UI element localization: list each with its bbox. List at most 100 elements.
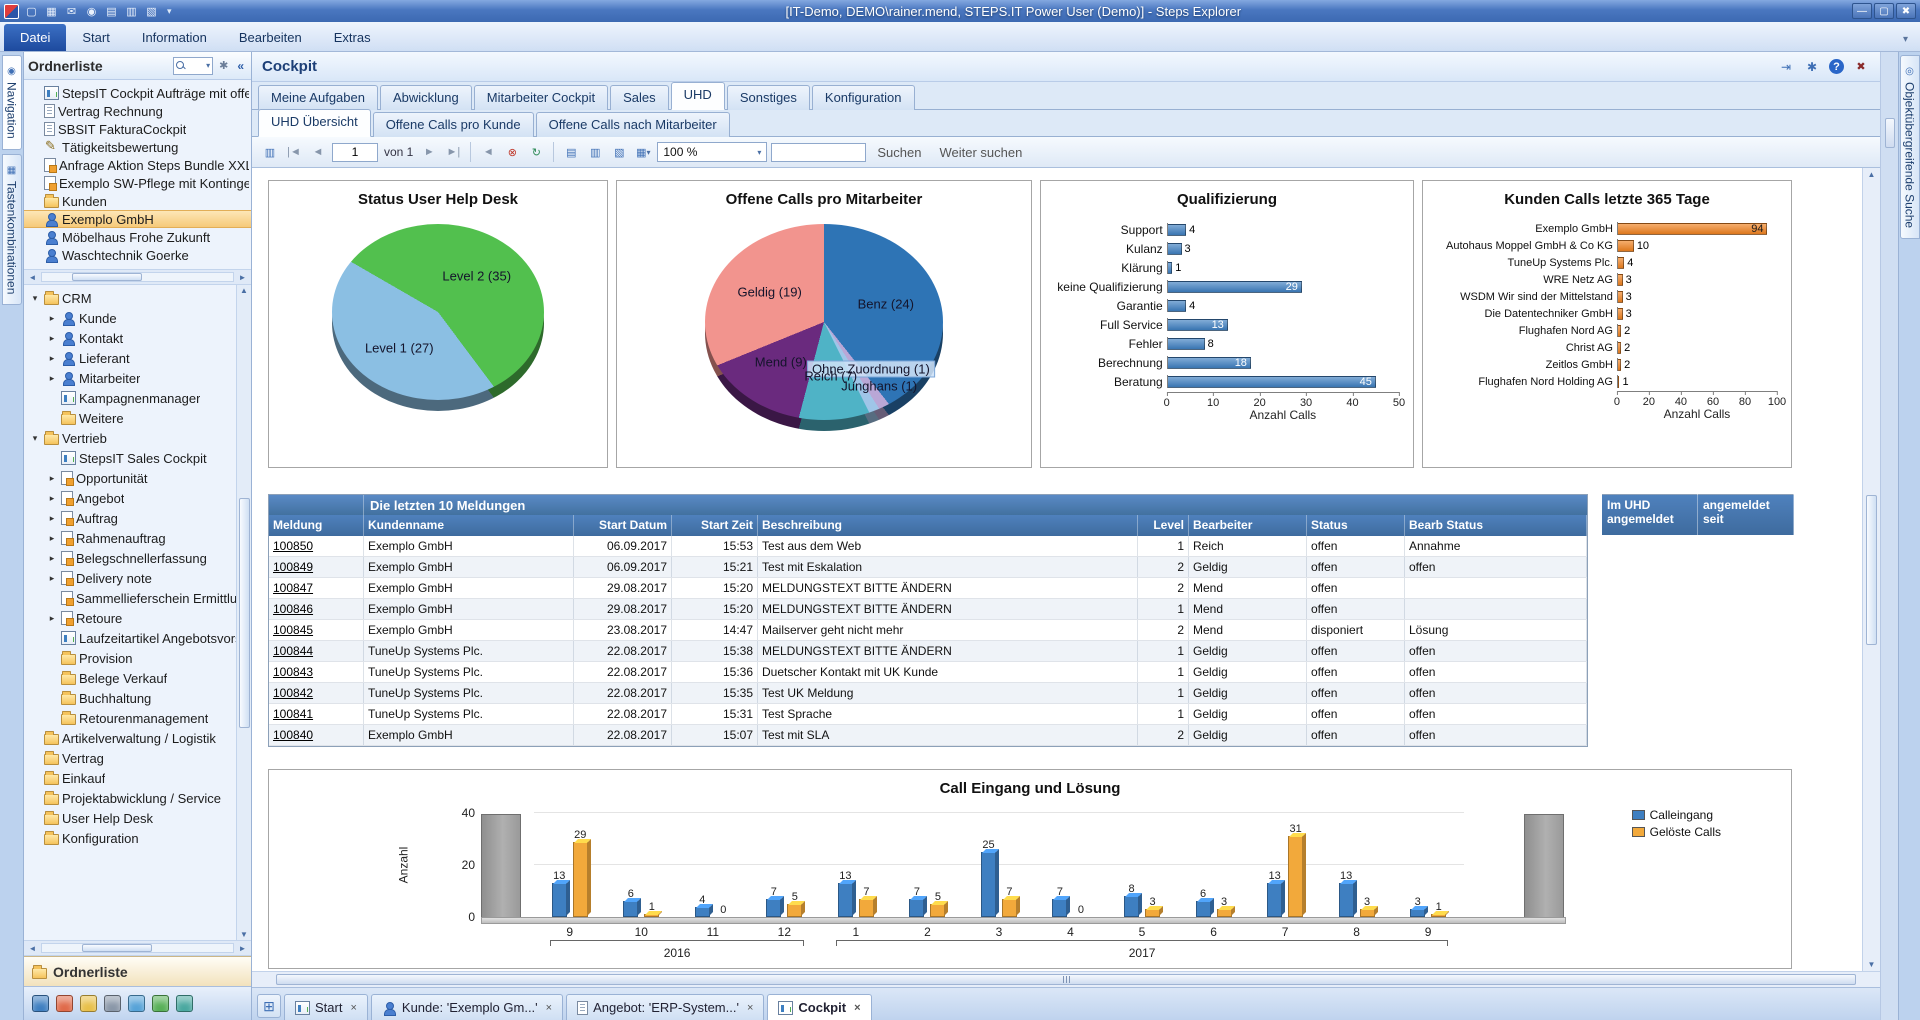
tree-item-stepsit-sales-cockpit[interactable]: StepsIT Sales Cockpit (24, 448, 251, 468)
monitor-icon[interactable] (176, 995, 193, 1012)
tree-item-projektabwicklung-service[interactable]: Projektabwicklung / Service (24, 788, 251, 808)
tree-item-kunde[interactable]: ▸ Kunde (24, 308, 251, 328)
tree-item-rahmenauftrag[interactable]: ▸ Rahmenauftrag (24, 528, 251, 548)
column-header-beschreibung[interactable]: Beschreibung (758, 515, 1138, 536)
folder-list-footer-button[interactable]: Ordnerliste (24, 956, 251, 986)
page-setup-icon[interactable]: ▧ (143, 4, 160, 19)
sidebar-hscrollbar-bottom[interactable]: ◄ ► (24, 940, 251, 956)
table-row[interactable]: 100849 Exemplo GmbH 06.09.2017 15:21 Test mi… (269, 557, 1587, 578)
users-icon[interactable] (32, 995, 49, 1012)
column-header-meldung[interactable]: Meldung (269, 515, 364, 536)
tree-item-waschtechnik-goerke[interactable]: Waschtechnik Goerke (24, 246, 251, 264)
scroll-right-icon[interactable]: ► (236, 944, 249, 953)
splitter-grip[interactable] (1884, 118, 1895, 148)
expand-closed-icon[interactable]: ▸ (46, 513, 58, 524)
collapse-sidebar-button[interactable]: « (234, 59, 247, 73)
tab-uhd[interactable]: UHD (670, 82, 725, 110)
message-link[interactable]: 100846 (273, 602, 313, 616)
expand-closed-icon[interactable]: ▸ (46, 613, 58, 624)
tree-item-kontakt[interactable]: ▸ Kontakt (24, 328, 251, 348)
taskbar-tab-angebot-erp-system[interactable]: Angebot: 'ERP-System...' × (566, 994, 765, 1020)
table-row[interactable]: 100841 TuneUp Systems Plc. 22.08.2017 15:31… (269, 704, 1587, 725)
table-row[interactable]: 100844 TuneUp Systems Plc. 22.08.2017 15:38… (269, 641, 1587, 662)
report-hscrollbar[interactable] (252, 971, 1880, 987)
table-row[interactable]: 100847 Exemplo GmbH 29.08.2017 15:20 MELDUNG… (269, 578, 1587, 599)
tree-item-auftrag[interactable]: ▸ Auftrag (24, 508, 251, 528)
search-next-button[interactable]: Weiter suchen (932, 145, 1029, 160)
tab-konfiguration[interactable]: Konfiguration (811, 85, 915, 110)
previous-page-button[interactable]: ◄ (308, 142, 328, 162)
folder-search-box[interactable]: ▾ (173, 56, 214, 75)
search-button[interactable]: Suchen (870, 145, 928, 160)
tree-item-crm[interactable]: ▾ CRM (24, 288, 251, 308)
pin-icon[interactable]: ⇥ (1777, 59, 1795, 75)
message-link[interactable]: 100842 (273, 686, 313, 700)
subtab-uhd-übersicht[interactable]: UHD Übersicht (258, 109, 371, 137)
column-header-level[interactable]: Level (1138, 515, 1189, 536)
subtab-offene-calls-nach-mitarbeiter[interactable]: Offene Calls nach Mitarbeiter (535, 112, 730, 137)
tree-item-artikelverwaltung-logistik[interactable]: Artikelverwaltung / Logistik (24, 728, 251, 748)
globe-icon[interactable]: ◉ (83, 4, 100, 19)
rail-tab-navigation[interactable]: ◉ Navigation (1, 55, 22, 150)
tree-item-anfrage-aktion-steps-bundle-xxl[interactable]: Anfrage Aktion Steps Bundle XXL (24, 156, 251, 174)
print-icon[interactable]: ▤ (561, 142, 581, 162)
close-button[interactable]: ✖ (1896, 3, 1916, 19)
tab-close-icon[interactable]: × (546, 1002, 552, 1014)
tree-item-möbelhaus-frohe-zukunft[interactable]: Möbelhaus Frohe Zukunft (24, 228, 251, 246)
tab-sonstiges[interactable]: Sonstiges (726, 85, 810, 110)
tab-sales[interactable]: Sales (610, 85, 669, 110)
tab-close-icon[interactable]: × (747, 1002, 753, 1014)
expand-closed-icon[interactable]: ▸ (46, 473, 58, 484)
tree-item-exemplo-sw-pflege-mit-kontingent[interactable]: Exemplo SW-Pflege mit Kontingent (24, 174, 251, 192)
report-vscrollbar[interactable]: ▲ ▼ (1862, 168, 1880, 971)
message-link[interactable]: 100844 (273, 644, 313, 658)
table-row[interactable]: 100846 Exemplo GmbH 29.08.2017 15:20 MELDUNG… (269, 599, 1587, 620)
save-icon[interactable]: ▦ (43, 4, 60, 19)
menu-start[interactable]: Start (66, 24, 125, 51)
table-row[interactable]: 100850 Exemplo GmbH 06.09.2017 15:53 Test au… (269, 536, 1587, 557)
tree-item-sammellieferschein-ermittlung[interactable]: Sammellieferschein Ermittlung (24, 588, 251, 608)
column-header-status[interactable]: Status (1307, 515, 1405, 536)
message-link[interactable]: 100849 (273, 560, 313, 574)
refresh-icon[interactable]: ↻ (526, 142, 546, 162)
menu-datei[interactable]: Datei (4, 24, 67, 51)
scrollbar-thumb[interactable] (276, 974, 1856, 985)
scroll-left-icon[interactable]: ◄ (26, 944, 39, 953)
scrollbar-thumb[interactable] (238, 497, 250, 728)
expand-closed-icon[interactable]: ▸ (46, 493, 58, 504)
cancel-icon[interactable]: ⊗ (502, 142, 522, 162)
table-row[interactable]: 100843 TuneUp Systems Plc. 22.08.2017 15:36… (269, 662, 1587, 683)
message-link[interactable]: 100850 (273, 539, 313, 553)
scrollbar-track[interactable] (41, 943, 234, 953)
message-link[interactable]: 100847 (273, 581, 313, 595)
expand-closed-icon[interactable]: ▸ (46, 533, 58, 544)
rail-tab-objektübergreifende-suche[interactable]: ◎ Objektübergreifende Suche (1899, 55, 1920, 240)
tree-item-delivery-note[interactable]: ▸ Delivery note (24, 568, 251, 588)
tree-item-einkauf[interactable]: Einkauf (24, 768, 251, 788)
taskbar-tab-start[interactable]: Start × (284, 994, 368, 1020)
tree-item-kunden[interactable]: Kunden (24, 192, 251, 210)
expand-closed-icon[interactable]: ▸ (46, 333, 58, 344)
first-page-button[interactable]: |◄ (284, 142, 304, 162)
mail-icon[interactable] (128, 995, 145, 1012)
scroll-down-icon[interactable]: ▼ (1865, 960, 1878, 969)
grid-view-icon[interactable]: ⊞ (257, 994, 281, 1018)
print-preview-icon[interactable]: ▥ (123, 4, 140, 19)
page-setup-icon[interactable]: ▧ (609, 142, 629, 162)
tree-item-belegschnellerfassung[interactable]: ▸ Belegschnellerfassung (24, 548, 251, 568)
last-page-button[interactable]: ►| (443, 142, 463, 162)
tree-item-provision[interactable]: Provision (24, 648, 251, 668)
expand-closed-icon[interactable]: ▸ (46, 313, 58, 324)
tree-item-laufzeitartikel-angebotsvorsc[interactable]: Laufzeitartikel Angebotsvorsc (24, 628, 251, 648)
tree-item-vertrag[interactable]: Vertrag (24, 748, 251, 768)
window-icon[interactable]: ▢ (23, 4, 40, 19)
menu-extras[interactable]: Extras (318, 24, 387, 51)
scrollbar-thumb[interactable] (72, 273, 142, 281)
message-link[interactable]: 100841 (273, 707, 313, 721)
chart-icon[interactable] (152, 995, 169, 1012)
scrollbar-track[interactable] (41, 272, 234, 282)
column-header-bearbeiter[interactable]: Bearbeiter (1189, 515, 1307, 536)
tab-meine-aufgaben[interactable]: Meine Aufgaben (258, 85, 378, 110)
taskbar-tab-kunde-exemplo-gm[interactable]: Kunde: 'Exemplo Gm...' × (370, 994, 564, 1020)
tab-close-icon[interactable]: × (350, 1002, 356, 1014)
